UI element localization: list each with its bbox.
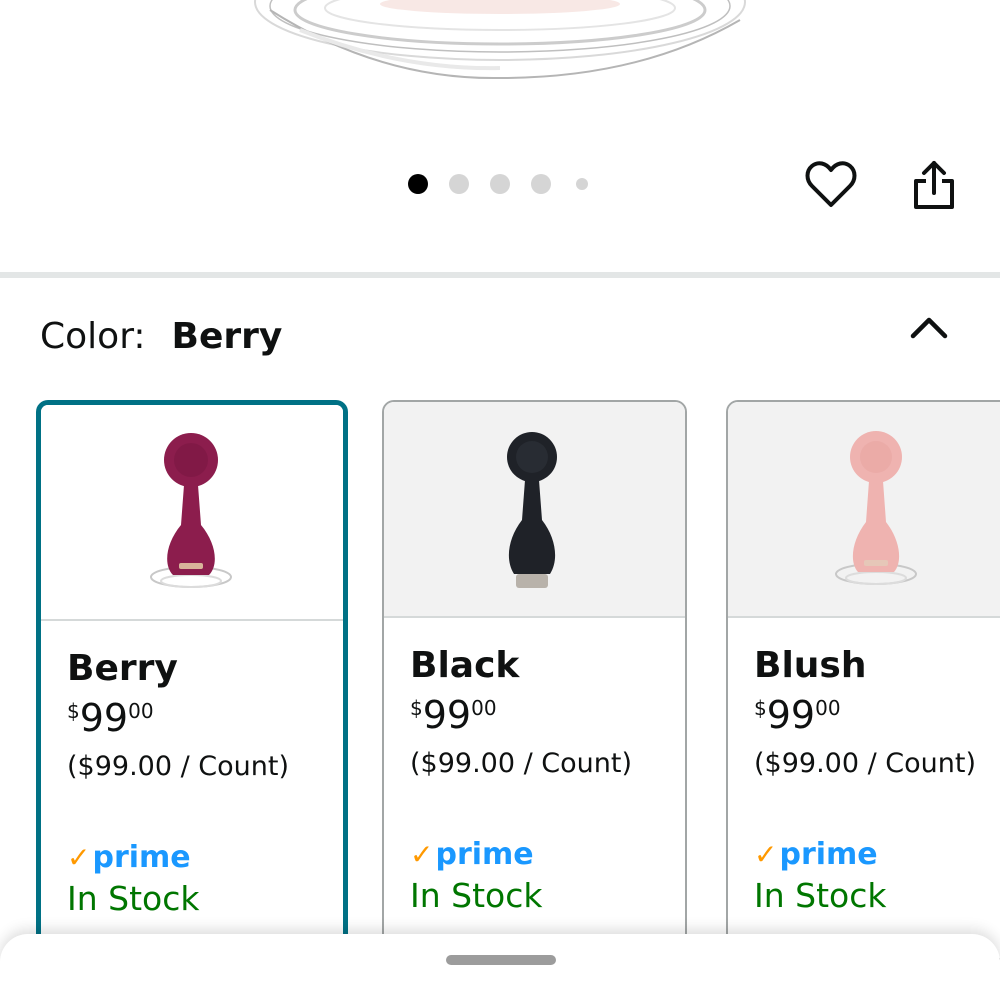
price: $ 99 00 bbox=[410, 694, 685, 736]
prime-check-icon: ✓ bbox=[754, 838, 778, 871]
carousel-dot-active[interactable] bbox=[408, 174, 428, 194]
prime-badge: ✓ prime bbox=[67, 840, 343, 875]
cleansing-brush-image bbox=[150, 433, 232, 588]
carousel-dot[interactable] bbox=[576, 178, 588, 190]
cleansing-brush-image bbox=[507, 432, 557, 588]
share-button[interactable] bbox=[906, 157, 962, 213]
swatch-name: Blush bbox=[754, 645, 867, 686]
swatch-image bbox=[728, 402, 1000, 618]
color-swatch-black[interactable]: Black $ 99 00 ($99.00 / Count) ✓ prime I… bbox=[382, 400, 687, 960]
product-image-water-splash bbox=[254, 0, 746, 80]
stock-status: In Stock bbox=[67, 879, 200, 918]
color-selector-header: Color: Berry bbox=[40, 316, 282, 357]
section-divider bbox=[0, 272, 1000, 278]
price-whole: 99 bbox=[79, 696, 129, 740]
carousel-dot[interactable] bbox=[531, 174, 551, 194]
prime-check-icon: ✓ bbox=[67, 841, 91, 874]
share-icon bbox=[914, 161, 954, 209]
price-fraction: 00 bbox=[815, 696, 841, 720]
stock-status: In Stock bbox=[754, 876, 887, 915]
swatch-image bbox=[384, 402, 685, 618]
price: $ 99 00 bbox=[754, 694, 1000, 736]
add-to-wishlist-button[interactable] bbox=[803, 157, 859, 213]
unit-price: ($99.00 / Count) bbox=[754, 748, 976, 779]
price-fraction: 00 bbox=[128, 699, 154, 723]
chevron-up-icon bbox=[910, 317, 948, 339]
prime-check-icon: ✓ bbox=[410, 838, 434, 871]
carousel-dot[interactable] bbox=[490, 174, 510, 194]
price-symbol: $ bbox=[67, 699, 80, 723]
price-symbol: $ bbox=[410, 696, 423, 720]
carousel-dot[interactable] bbox=[449, 174, 469, 194]
prime-badge: ✓ prime bbox=[410, 837, 685, 872]
swatch-name: Berry bbox=[67, 648, 178, 689]
swatch-name: Black bbox=[410, 645, 520, 686]
prime-label: prime bbox=[435, 837, 534, 872]
carousel-indicator bbox=[408, 174, 609, 194]
collapse-color-button[interactable] bbox=[904, 305, 954, 349]
color-swatch-blush[interactable]: Blush $ 99 00 ($99.00 / Count) ✓ prime I… bbox=[726, 400, 1000, 960]
swatch-image bbox=[41, 405, 343, 621]
price-whole: 99 bbox=[422, 693, 472, 737]
stock-status: In Stock bbox=[410, 876, 543, 915]
cleansing-brush-image bbox=[835, 431, 917, 585]
unit-price: ($99.00 / Count) bbox=[410, 748, 632, 779]
price: $ 99 00 bbox=[67, 697, 343, 739]
unit-price: ($99.00 / Count) bbox=[67, 751, 289, 782]
selected-color-value: Berry bbox=[171, 316, 283, 357]
price-symbol: $ bbox=[754, 696, 767, 720]
price-fraction: 00 bbox=[471, 696, 497, 720]
prime-label: prime bbox=[779, 837, 878, 872]
color-swatch-berry[interactable]: Berry $ 99 00 ($99.00 / Count) ✓ prime I… bbox=[36, 400, 348, 960]
bottom-sheet-drag-handle[interactable] bbox=[446, 955, 556, 965]
bottom-sheet[interactable] bbox=[0, 934, 1000, 1000]
heart-outline-icon bbox=[805, 161, 857, 207]
product-image-carousel[interactable] bbox=[0, 0, 1000, 270]
color-label: Color: bbox=[40, 316, 146, 357]
prime-badge: ✓ prime bbox=[754, 837, 1000, 872]
price-whole: 99 bbox=[766, 693, 816, 737]
prime-label: prime bbox=[92, 840, 191, 875]
